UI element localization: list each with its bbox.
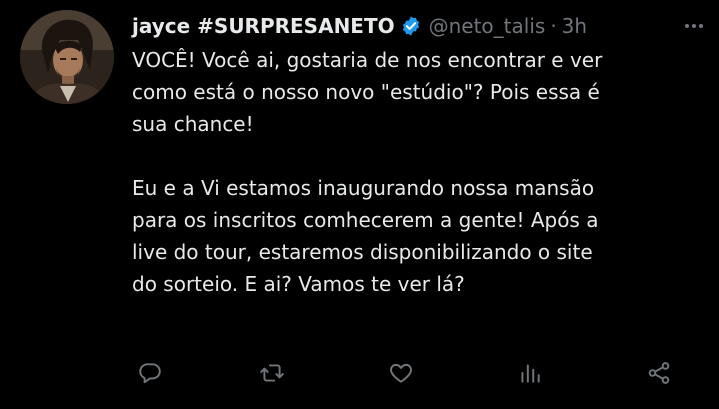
tweet-text: VOCÊ! Você ai, gostaria de nos encontrar… — [132, 44, 702, 300]
tweet-header: jayce #SURPRESANETO @neto_talis · 3h — [132, 10, 587, 42]
reply-icon[interactable] — [135, 358, 165, 388]
timestamp[interactable]: 3h — [562, 14, 587, 38]
avatar[interactable] — [20, 10, 114, 104]
like-icon[interactable] — [386, 358, 416, 388]
retweet-icon[interactable] — [257, 358, 287, 388]
action-bar — [132, 358, 692, 388]
handle[interactable]: @neto_talis — [429, 14, 546, 38]
views-icon[interactable] — [515, 358, 545, 388]
verified-badge-icon — [400, 15, 422, 37]
tweet: jayce #SURPRESANETO @neto_talis · 3h VOC… — [0, 0, 719, 409]
share-icon[interactable] — [644, 358, 674, 388]
more-options-icon[interactable] — [682, 14, 706, 38]
tweet-paragraph-1: VOCÊ! Você ai, gostaria de nos encontrar… — [132, 48, 603, 136]
tweet-paragraph-2: Eu e a Vi estamos inaugurando nossa mans… — [132, 176, 599, 296]
separator-dot: · — [550, 14, 557, 38]
display-name[interactable]: jayce #SURPRESANETO — [132, 14, 395, 38]
